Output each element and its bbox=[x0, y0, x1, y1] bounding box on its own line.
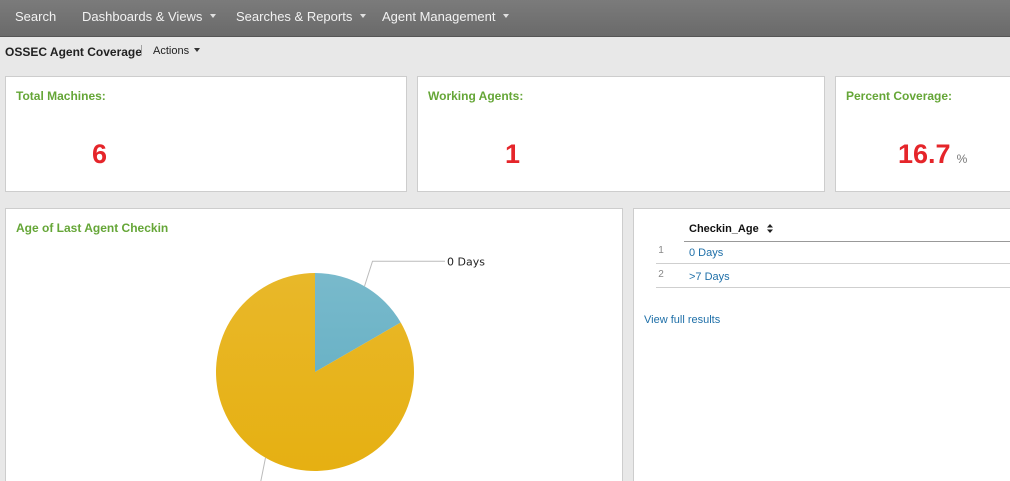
chevron-down-icon bbox=[360, 13, 367, 18]
percent-coverage-panel: Percent Coverage: 16.7% bbox=[835, 76, 1010, 192]
actions-menu-button[interactable]: Actions bbox=[153, 45, 201, 57]
working-agents-value: 1 bbox=[505, 139, 521, 169]
percent-coverage-value: 16.7 bbox=[898, 139, 951, 169]
working-agents-panel: Working Agents: 1 bbox=[417, 76, 825, 192]
nav-search[interactable]: Search bbox=[15, 0, 56, 33]
sort-icon[interactable] bbox=[766, 224, 773, 233]
view-full-results-link[interactable]: View full results bbox=[644, 314, 720, 326]
column-header-label: Checkin_Age bbox=[689, 223, 759, 235]
table-row: 1 0 Days bbox=[656, 240, 1010, 264]
dashboard-header: OSSEC Agent Coverage | Actions bbox=[0, 37, 1010, 67]
nav-dashboards-label: Dashboards & Views bbox=[82, 9, 203, 24]
chevron-down-icon bbox=[503, 13, 510, 18]
nav-searches-label: Searches & Reports bbox=[236, 9, 353, 24]
checkin-age-chart-panel: Age of Last Agent Checkin 0 Days>7 Days bbox=[5, 208, 623, 481]
page-title: OSSEC Agent Coverage bbox=[5, 45, 142, 59]
row-cell-link[interactable]: >7 Days bbox=[689, 271, 730, 283]
percent-coverage-display: 16.7% bbox=[898, 139, 967, 170]
row-cell-link[interactable]: 0 Days bbox=[689, 247, 723, 259]
actions-label: Actions bbox=[153, 45, 190, 57]
nav-searches-reports[interactable]: Searches & Reports bbox=[236, 0, 367, 33]
chevron-down-icon bbox=[194, 48, 201, 53]
pie-slice-label: 0 Days bbox=[447, 255, 485, 268]
table-row: 2 >7 Days bbox=[656, 264, 1010, 288]
pie-leader-line bbox=[260, 457, 266, 481]
percent-coverage-title: Percent Coverage: bbox=[846, 89, 953, 103]
header-separator: | bbox=[140, 44, 143, 56]
row-number: 2 bbox=[658, 269, 664, 280]
nav-dashboards-views[interactable]: Dashboards & Views bbox=[82, 0, 217, 33]
pie-chart: 0 Days>7 Days bbox=[215, 255, 485, 481]
nav-search-label: Search bbox=[15, 9, 57, 24]
row-number: 1 bbox=[658, 245, 664, 256]
checkin-age-table-panel: Checkin_Age 1 0 Days 2 >7 Days View full… bbox=[633, 208, 1010, 481]
total-machines-panel: Total Machines: 6 bbox=[5, 76, 407, 192]
total-machines-title: Total Machines: bbox=[16, 89, 106, 103]
pie-leader-line bbox=[364, 260, 445, 287]
top-navigation-bar: Search Dashboards & Views Searches & Rep… bbox=[0, 0, 1010, 37]
nav-agent-management[interactable]: Agent Management bbox=[382, 0, 510, 33]
percent-unit: % bbox=[956, 152, 968, 166]
chevron-down-icon bbox=[210, 13, 217, 18]
working-agents-title: Working Agents: bbox=[428, 89, 524, 103]
total-machines-value: 6 bbox=[92, 139, 108, 169]
nav-agent-management-label: Agent Management bbox=[382, 9, 496, 24]
